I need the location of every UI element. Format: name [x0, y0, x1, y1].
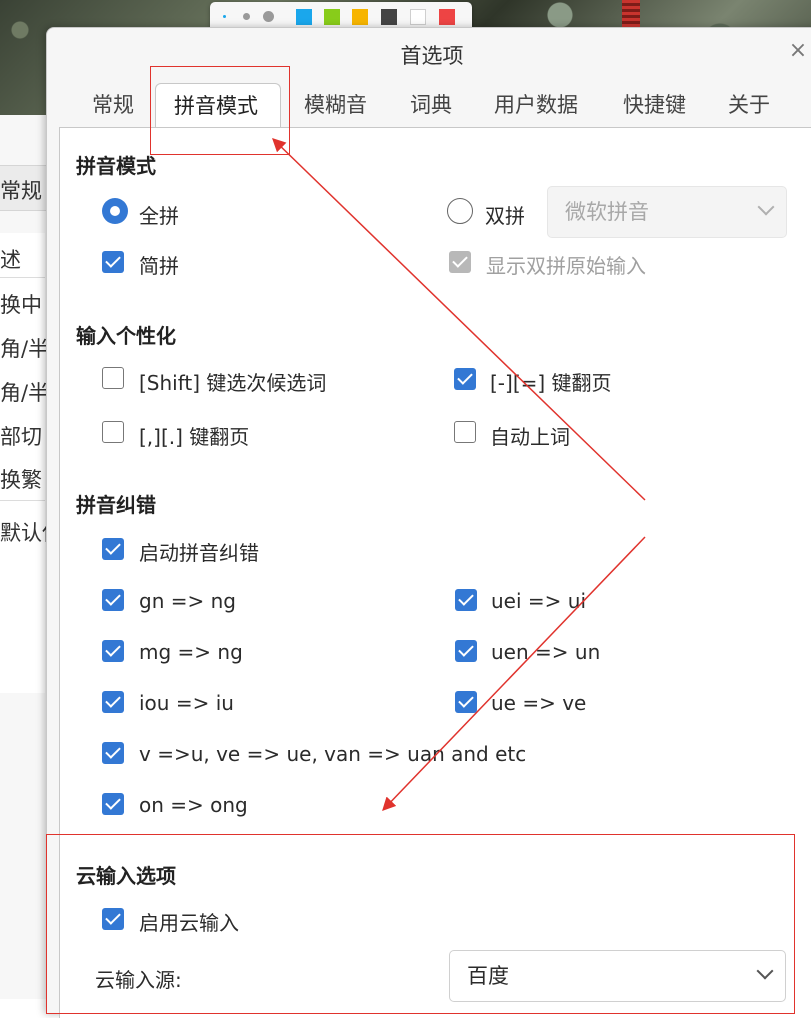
annotation-arrows — [272, 138, 646, 811]
annotation-arrow — [382, 536, 646, 811]
annotation-arrow — [272, 138, 646, 501]
